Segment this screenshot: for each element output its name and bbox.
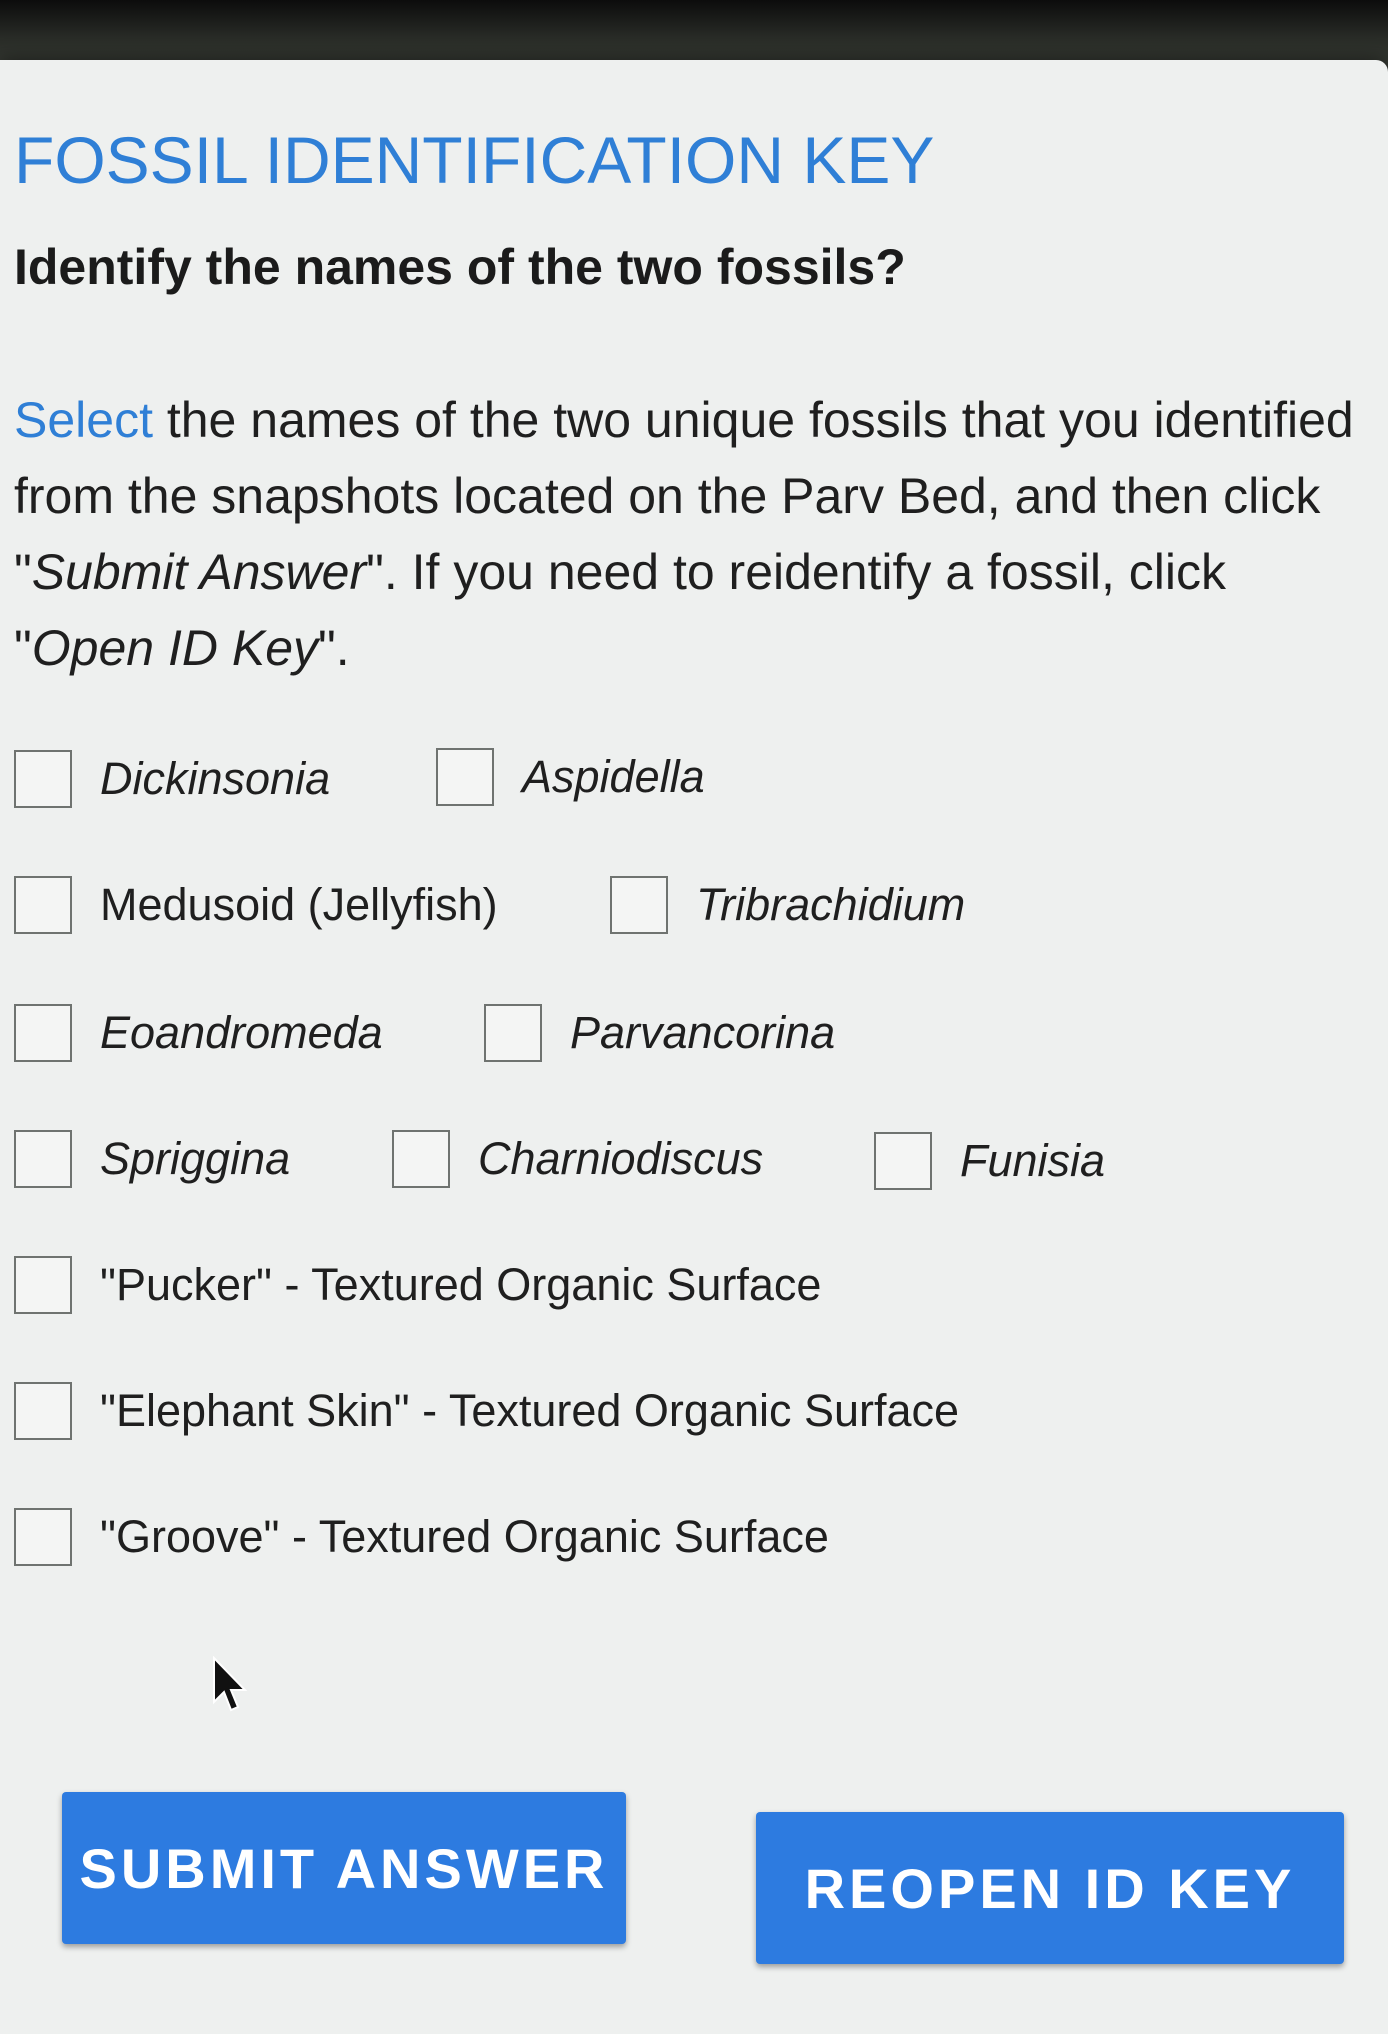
checkbox[interactable] [392, 1130, 450, 1188]
option-label: "Elephant Skin" - Textured Organic Surfa… [100, 1385, 960, 1436]
checkbox[interactable] [874, 1132, 932, 1190]
option-label: Tribrachidium [696, 879, 966, 930]
option-label: Parvancorina [570, 1007, 836, 1058]
checkbox[interactable] [14, 1256, 72, 1314]
option-charniodiscus[interactable]: Charniodiscus [392, 1130, 763, 1188]
option-groove[interactable]: "Groove" - Textured Organic Surface [14, 1508, 829, 1566]
option-pucker[interactable]: "Pucker" - Textured Organic Surface [14, 1256, 821, 1314]
option-funisia[interactable]: Funisia [874, 1132, 1105, 1190]
checkbox[interactable] [436, 748, 494, 806]
instructions-part-3: ". [318, 620, 350, 676]
option-label: "Pucker" - Textured Organic Surface [100, 1259, 822, 1310]
instructions-text: Select the names of the two unique fossi… [14, 382, 1354, 686]
instructions-submit-ref: Submit Answer [31, 544, 367, 600]
option-label: "Groove" - Textured Organic Surface [100, 1511, 829, 1562]
option-label: Aspidella [522, 751, 705, 802]
mouse-cursor-icon [213, 1656, 248, 1712]
option-aspidella[interactable]: Aspidella [436, 748, 705, 806]
checkbox[interactable] [14, 750, 72, 808]
option-medusoid[interactable]: Medusoid (Jellyfish) [14, 876, 498, 934]
question-text: Identify the names of the two fossils? [14, 239, 906, 295]
instructions-open-ref: Open ID Key [31, 620, 319, 676]
fossil-id-dialog: FOSSIL IDENTIFICATION KEY Identify the n… [0, 60, 1388, 2034]
option-spriggina[interactable]: Spriggina [14, 1130, 290, 1188]
option-eoandromeda[interactable]: Eoandromeda [14, 1004, 383, 1062]
option-label: Medusoid (Jellyfish) [100, 879, 498, 930]
option-label: Charniodiscus [478, 1133, 764, 1184]
checkbox[interactable] [610, 876, 668, 934]
checkbox[interactable] [14, 1382, 72, 1440]
checkbox[interactable] [484, 1004, 542, 1062]
instructions-lead-word: Select [14, 392, 153, 448]
checkbox[interactable] [14, 876, 72, 934]
option-parvancorina[interactable]: Parvancorina [484, 1004, 835, 1062]
submit-answer-button[interactable]: SUBMIT ANSWER [62, 1792, 626, 1944]
option-label: Dickinsonia [100, 753, 331, 804]
dialog-title: FOSSIL IDENTIFICATION KEY [14, 123, 935, 197]
option-tribrachidium[interactable]: Tribrachidium [610, 876, 965, 934]
checkbox[interactable] [14, 1004, 72, 1062]
checkbox[interactable] [14, 1130, 72, 1188]
option-elephant-skin[interactable]: "Elephant Skin" - Textured Organic Surfa… [14, 1382, 959, 1440]
option-label: Funisia [960, 1135, 1106, 1186]
option-label: Spriggina [100, 1133, 291, 1184]
option-dickinsonia[interactable]: Dickinsonia [14, 750, 330, 808]
checkbox[interactable] [14, 1508, 72, 1566]
reopen-id-key-button[interactable]: REOPEN ID KEY [756, 1812, 1344, 1964]
option-label: Eoandromeda [100, 1007, 383, 1058]
